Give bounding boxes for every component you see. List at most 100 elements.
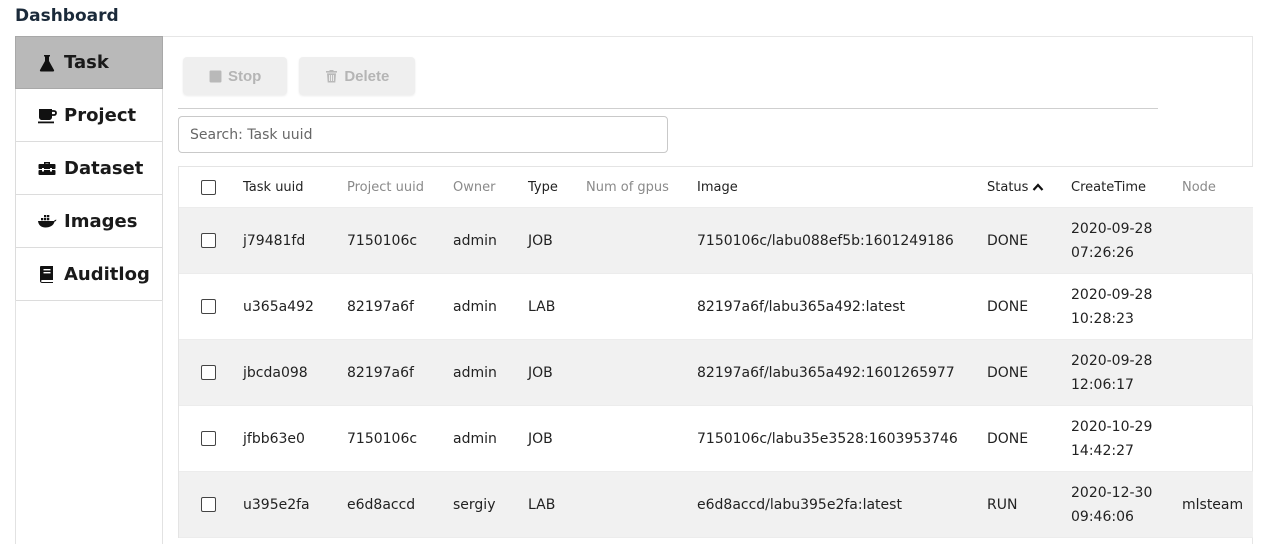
task-panel: Stop Delete Task uuid Project uuid Owner… [163, 36, 1253, 544]
type-cell: LAB [528, 298, 556, 315]
table-row[interactable]: u395e2fa e6d8accd sergiy LAB e6d8accd/la… [179, 472, 1253, 538]
create-clock: 07:26:26 [1071, 244, 1134, 261]
image-cell: 7150106c/labu35e3528:1603953746 [697, 430, 958, 447]
owner-cell: admin [453, 430, 497, 447]
image-cell: e6d8accd/labu395e2fa:latest [697, 496, 902, 513]
create-clock: 09:46:06 [1071, 508, 1134, 525]
header-project-uuid[interactable]: Project uuid [347, 167, 424, 207]
header-image[interactable]: Image [697, 167, 738, 207]
project-uuid-cell: 7150106c [347, 232, 418, 249]
flask-icon [36, 53, 58, 73]
create-date: 2020-12-30 [1071, 484, 1153, 501]
header-num-of-gpus[interactable]: Num of gpus [586, 167, 669, 207]
header-owner[interactable]: Owner [453, 167, 495, 207]
status-cell: DONE [987, 364, 1029, 381]
stop-button[interactable]: Stop [183, 57, 288, 95]
table-header: Task uuid Project uuid Owner Type Num of… [179, 167, 1253, 208]
header-select-all [201, 167, 216, 207]
type-cell: JOB [528, 232, 553, 249]
sidebar: Task Project Dataset Images Auditlog [15, 36, 163, 301]
status-cell: RUN [987, 496, 1018, 513]
sidebar-item-auditlog[interactable]: Auditlog [15, 248, 163, 301]
sidebar-rail [15, 300, 163, 544]
sidebar-item-project[interactable]: Project [15, 89, 163, 142]
stop-button-label: Stop [228, 67, 262, 85]
create-date: 2020-09-28 [1071, 220, 1153, 237]
sidebar-item-label: Dataset [64, 157, 144, 179]
table-row[interactable]: jfbb63e0 7150106c admin JOB 7150106c/lab… [179, 406, 1253, 472]
page-title: Dashboard [15, 6, 119, 26]
owner-cell: admin [453, 232, 497, 249]
row-select-cell [201, 208, 216, 273]
header-create-time[interactable]: CreateTime [1071, 167, 1146, 207]
status-cell: DONE [987, 430, 1029, 447]
header-task-uuid[interactable]: Task uuid [243, 167, 304, 207]
sidebar-item-dataset[interactable]: Dataset [15, 142, 163, 195]
trash-icon [325, 69, 338, 83]
task-uuid-cell: j79481fd [243, 232, 306, 249]
task-uuid-cell: u365a492 [243, 298, 314, 315]
table-row[interactable]: jbcda098 82197a6f admin JOB 82197a6f/lab… [179, 340, 1253, 406]
row-checkbox[interactable] [201, 431, 216, 446]
create-date: 2020-09-28 [1071, 352, 1153, 369]
header-status-label: Status [987, 179, 1029, 195]
image-cell: 7150106c/labu088ef5b:1601249186 [697, 232, 954, 249]
task-uuid-cell: u395e2fa [243, 496, 310, 513]
table-row[interactable]: u365a492 82197a6f admin LAB 82197a6f/lab… [179, 274, 1253, 340]
type-cell: JOB [528, 364, 553, 381]
project-uuid-cell: 82197a6f [347, 298, 414, 315]
owner-cell: admin [453, 298, 497, 315]
toolbar: Stop Delete [183, 57, 416, 95]
sort-ascending-icon [1028, 182, 1044, 192]
create-time-cell: 2020-09-28 12:06:17 [1071, 340, 1152, 405]
create-time-cell: 2020-10-29 14:42:27 [1071, 406, 1152, 471]
row-select-cell [201, 472, 216, 537]
sidebar-item-task[interactable]: Task [15, 36, 163, 89]
create-clock: 14:42:27 [1071, 442, 1134, 459]
status-cell: DONE [987, 298, 1029, 315]
row-select-cell [201, 340, 216, 405]
create-time-cell: 2020-12-30 09:46:06 [1071, 472, 1152, 537]
delete-button[interactable]: Delete [299, 57, 416, 95]
owner-cell: sergiy [453, 496, 496, 513]
create-time-cell: 2020-09-28 07:26:26 [1071, 208, 1152, 273]
sidebar-item-label: Auditlog [64, 263, 150, 285]
header-status[interactable]: Status [987, 167, 1044, 207]
create-date: 2020-10-29 [1071, 418, 1153, 435]
image-cell: 82197a6f/labu365a492:1601265977 [697, 364, 955, 381]
delete-button-label: Delete [344, 67, 390, 85]
docker-whale-icon [36, 211, 58, 231]
select-all-checkbox[interactable] [201, 179, 216, 195]
create-date: 2020-09-28 [1071, 286, 1153, 303]
type-cell: JOB [528, 430, 553, 447]
task-uuid-cell: jfbb63e0 [243, 430, 305, 447]
table-row[interactable]: j79481fd 7150106c admin JOB 7150106c/lab… [179, 208, 1253, 274]
row-checkbox[interactable] [201, 365, 216, 380]
image-cell: 82197a6f/labu365a492:latest [697, 298, 905, 315]
create-time-cell: 2020-09-28 10:28:23 [1071, 274, 1152, 339]
header-node[interactable]: Node [1182, 167, 1216, 207]
sidebar-item-label: Task [64, 52, 109, 73]
owner-cell: admin [453, 364, 497, 381]
task-table: Task uuid Project uuid Owner Type Num of… [178, 166, 1253, 538]
search-input[interactable] [178, 116, 668, 153]
node-cell: mlsteam [1182, 496, 1244, 513]
sidebar-item-images[interactable]: Images [15, 195, 163, 248]
row-checkbox[interactable] [201, 299, 216, 314]
project-uuid-cell: e6d8accd [347, 496, 416, 513]
row-select-cell [201, 406, 216, 471]
status-cell: DONE [987, 232, 1029, 249]
row-checkbox[interactable] [201, 497, 216, 512]
header-type[interactable]: Type [528, 167, 558, 207]
create-clock: 10:28:23 [1071, 310, 1134, 327]
type-cell: LAB [528, 496, 556, 513]
sidebar-item-label: Images [64, 210, 138, 232]
project-uuid-cell: 7150106c [347, 430, 418, 447]
create-clock: 12:06:17 [1071, 376, 1134, 393]
row-checkbox[interactable] [201, 233, 216, 248]
sidebar-item-label: Project [64, 104, 137, 126]
task-uuid-cell: jbcda098 [243, 364, 308, 381]
toolbox-icon [36, 158, 58, 178]
project-uuid-cell: 82197a6f [347, 364, 414, 381]
row-select-cell [201, 274, 216, 339]
